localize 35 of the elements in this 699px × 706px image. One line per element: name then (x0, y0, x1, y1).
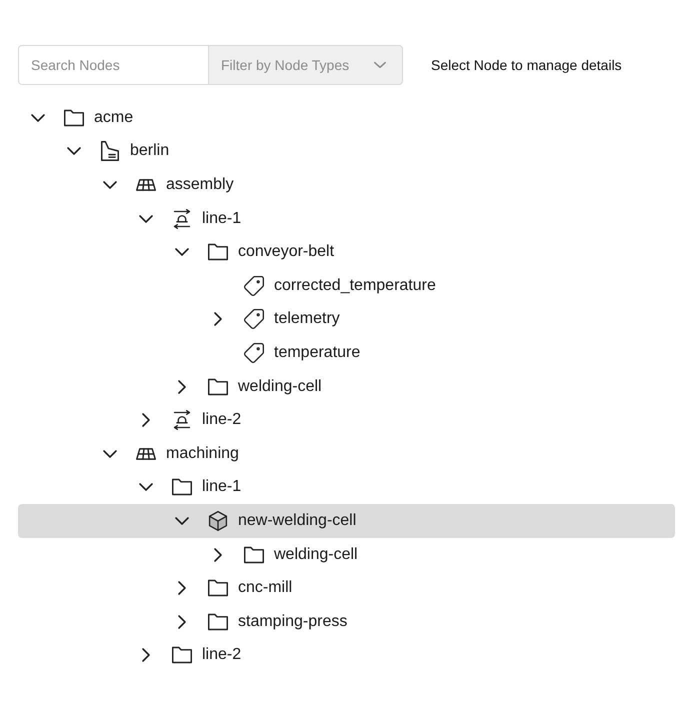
tree-item[interactable]: new-welding-cell (18, 504, 675, 538)
tree-item[interactable]: line-2 (18, 403, 675, 437)
tag-icon (244, 342, 264, 363)
tree-item[interactable]: line-1 (18, 470, 675, 504)
search-field[interactable]: Search Nodes (18, 45, 209, 85)
tree-item[interactable]: line-2 (18, 638, 675, 672)
folder-icon (208, 612, 228, 632)
hint-text: Select Node to manage details (431, 56, 622, 75)
folder-icon (208, 242, 228, 262)
folder-icon (64, 108, 84, 128)
chevron-down-icon (374, 61, 386, 69)
tree-item[interactable]: assembly (18, 168, 675, 202)
tree-item[interactable]: welding-cell (18, 370, 675, 404)
folder-icon (172, 645, 192, 666)
tree-item[interactable]: machining (18, 436, 675, 471)
folder-icon (208, 578, 228, 598)
tree-item[interactable]: conveyor-belt (18, 235, 675, 269)
tree-item[interactable]: temperature (18, 336, 675, 370)
arrows-dome-icon (172, 208, 192, 229)
folder-icon (172, 477, 192, 498)
tree-item[interactable]: telemetry (18, 302, 675, 336)
tree-item[interactable]: cnc-mill (18, 571, 675, 605)
tag-icon (244, 276, 264, 296)
tree-item[interactable]: acme (18, 101, 675, 135)
tree-item[interactable]: berlin (18, 134, 675, 168)
tag-icon (244, 309, 264, 330)
tree-item[interactable]: stamping-press (18, 604, 675, 638)
tree-item[interactable]: corrected_temperature (18, 268, 675, 303)
folder-icon (208, 376, 228, 397)
folder-icon (244, 544, 264, 565)
tree-item[interactable]: line-1 (18, 202, 675, 236)
arrows-dome-icon (172, 410, 192, 430)
cube-icon (208, 510, 228, 531)
tree-item[interactable]: welding-cell (18, 538, 675, 572)
building-icon (100, 141, 120, 162)
